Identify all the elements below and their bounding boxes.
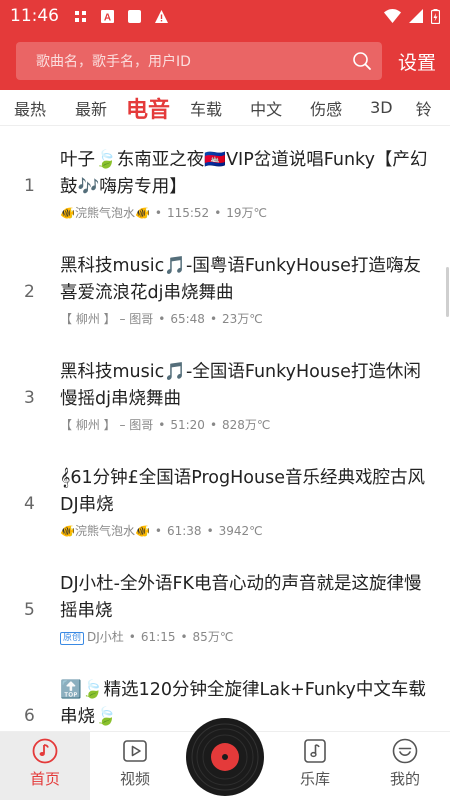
list-item[interactable]: 3 黑科技music🎵-全国语FunkyHouse打造休闲慢摇dj串烧舞曲 【 … (0, 339, 450, 445)
search-icon[interactable] (352, 51, 372, 71)
song-index: 2 (24, 282, 35, 302)
song-title[interactable]: 🔝🍃精选120分钟全旋律Lak+Funky中文车载串烧🍃 (60, 677, 438, 731)
song-meta: 🐠浣熊气泡水🐠 • 61:38 • 3942℃ (60, 524, 263, 538)
nav-home-label: 首页 (29, 770, 60, 788)
tab-electronic[interactable]: 电音 (126, 92, 170, 124)
song-title[interactable]: 黑科技music🎵-全国语FunkyHouse打造休闲慢摇dj串烧舞曲 (60, 359, 438, 413)
nav-library-label: 乐库 (299, 770, 330, 788)
song-index: 3 (24, 388, 35, 408)
list-item[interactable]: 4 𝄞61分钟£全国语ProgHouse音乐经典戏腔古风DJ串烧 🐠浣熊气泡水🐠… (0, 445, 450, 551)
top-header: 歌曲名，歌手名，用户ID 设置 (0, 32, 450, 90)
song-title[interactable]: 叶子🍃东南亚之夜🇰🇭VIP岔道说唱Funky【产幻鼓🎶嗨房专用】 (60, 147, 438, 201)
song-meta: 【 柳州 】 – 图哥 • 51:20 • 828万℃ (60, 418, 271, 432)
original-badge: 原创 (60, 632, 85, 645)
nav-video[interactable]: 视频 (90, 732, 180, 800)
battery-icon (431, 8, 440, 24)
nav-home[interactable]: 首页 (0, 732, 90, 800)
vinyl-disc-icon[interactable] (186, 718, 264, 796)
settings-button[interactable]: 设置 (398, 48, 436, 75)
list-item[interactable]: 1 叶子🍃东南亚之夜🇰🇭VIP岔道说唱Funky【产幻鼓🎶嗨房专用】 🐠浣熊气泡… (0, 127, 450, 233)
tab-newest[interactable]: 最新 (75, 96, 107, 120)
search-box[interactable]: 歌曲名，歌手名，用户ID (16, 42, 382, 80)
song-index: 1 (24, 176, 35, 196)
play-icon (123, 740, 147, 762)
song-list[interactable]: 1 叶子🍃东南亚之夜🇰🇭VIP岔道说唱Funky【产幻鼓🎶嗨房专用】 🐠浣熊气泡… (0, 127, 450, 731)
nav-mine[interactable]: 我的 (360, 732, 450, 800)
song-duration: 51:20 (170, 418, 205, 432)
nav-library[interactable]: 乐库 (270, 732, 360, 800)
tab-chinese[interactable]: 中文 (250, 96, 282, 120)
song-plays: 3942℃ (218, 524, 263, 538)
list-item[interactable]: 2 黑科技music🎵-国粤语FunkyHouse打造嗨友喜爱流浪花dj串烧舞曲… (0, 233, 450, 339)
song-author[interactable]: 【 柳州 】 – 图哥 (60, 418, 153, 432)
music-note-icon (304, 739, 326, 763)
song-title[interactable]: 𝄞61分钟£全国语ProgHouse音乐经典戏腔古风DJ串烧 (60, 465, 438, 519)
song-index: 4 (24, 494, 35, 514)
status-bar: 11:46 A (0, 0, 450, 32)
font-a-icon: A (101, 9, 114, 23)
square-icon (128, 9, 141, 23)
song-index: 6 (24, 706, 35, 726)
song-meta: 【 柳州 】 – 图哥 • 65:48 • 23万℃ (60, 312, 263, 326)
song-plays: 19万℃ (226, 206, 268, 220)
svg-text:A: A (104, 12, 111, 23)
tab-sad[interactable]: 伤感 (310, 96, 342, 120)
song-author[interactable]: DJ小杜 (87, 630, 124, 644)
warning-icon (155, 9, 168, 23)
search-input[interactable]: 歌曲名，歌手名，用户ID (36, 51, 352, 71)
song-title[interactable]: DJ小杜-全外语FK电音心动的声音就是这旋律慢摇串烧 (60, 571, 438, 625)
tab-ringtone[interactable]: 铃 (416, 96, 432, 120)
song-duration: 61:38 (166, 524, 202, 538)
category-tabs: 最热 最新 电音 车载 中文 伤感 3D 铃 (0, 90, 450, 126)
song-meta: 🐠浣熊气泡水🐠 • 115:52 • 19万℃ (60, 206, 268, 220)
song-title[interactable]: 黑科技music🎵-国粤语FunkyHouse打造嗨友喜爱流浪花dj串烧舞曲 (60, 253, 438, 307)
song-author[interactable]: 【 柳州 】 – 图哥 (60, 312, 153, 326)
song-author[interactable]: 🐠浣熊气泡水🐠 (60, 524, 150, 538)
signal-icon (409, 9, 423, 23)
tab-car[interactable]: 车载 (190, 96, 222, 120)
nav-video-label: 视频 (119, 770, 150, 788)
song-duration: 61:15 (140, 630, 176, 644)
song-duration: 65:48 (170, 312, 205, 326)
tab-hottest[interactable]: 最热 (14, 96, 46, 120)
status-time: 11:46 (10, 6, 59, 26)
song-plays: 828万℃ (222, 418, 271, 432)
music-note-circle-icon (32, 738, 58, 764)
song-index: 5 (24, 600, 35, 620)
scrollbar[interactable] (446, 267, 449, 317)
tab-3d[interactable]: 3D (370, 98, 393, 117)
song-plays: 23万℃ (222, 312, 263, 326)
app-notification-icon (75, 10, 86, 22)
wifi-icon (384, 9, 401, 23)
song-author[interactable]: 🐠浣熊气泡水🐠 (60, 206, 150, 220)
song-plays: 85万℃ (192, 630, 234, 644)
list-item[interactable]: 5 DJ小杜-全外语FK电音心动的声音就是这旋律慢摇串烧 原创 DJ小杜 • 61:1… (0, 551, 450, 657)
smiley-icon (392, 738, 418, 764)
nav-mine-label: 我的 (389, 770, 420, 788)
song-meta: 原创 DJ小杜 • 61:15 • 85万℃ (60, 628, 233, 645)
song-duration: 115:52 (166, 206, 210, 220)
